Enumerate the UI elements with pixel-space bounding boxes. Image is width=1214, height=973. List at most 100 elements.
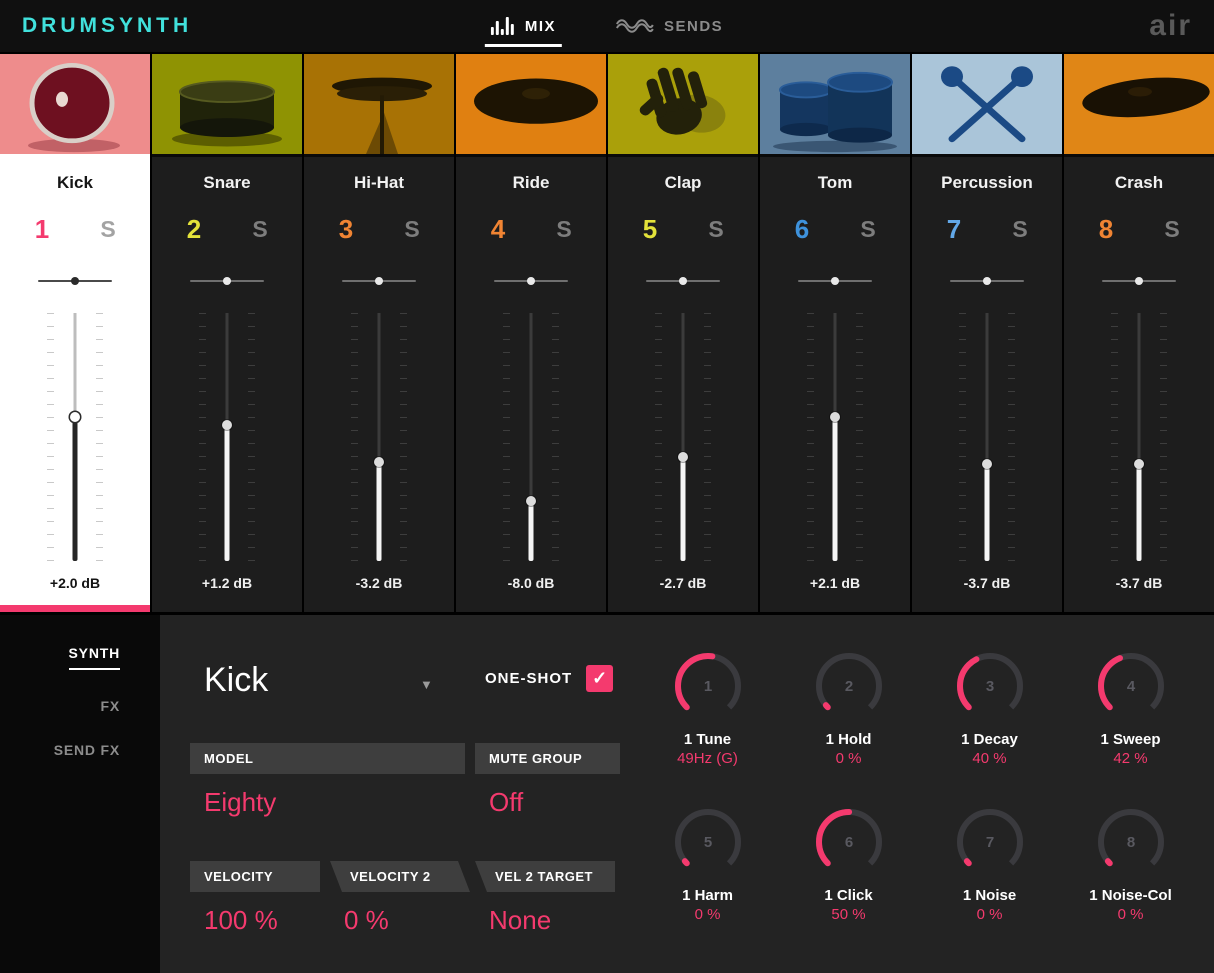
knob[interactable]: 7 1 Noise 0 % xyxy=(919,805,1060,923)
pan-slider[interactable] xyxy=(38,277,112,285)
fader-track-area[interactable] xyxy=(218,313,236,561)
chevron-down-icon[interactable]: ▼ xyxy=(420,677,433,692)
vel2-target-value[interactable]: None xyxy=(489,905,551,936)
volume-fader[interactable] xyxy=(807,313,863,561)
fader-handle[interactable] xyxy=(526,496,536,507)
fader-handle[interactable] xyxy=(678,451,688,462)
pan-handle[interactable] xyxy=(527,277,535,285)
pan-handle[interactable] xyxy=(983,277,991,285)
fader-track-area[interactable] xyxy=(1130,313,1148,561)
knob-dial[interactable]: 7 xyxy=(953,805,1027,879)
knob[interactable]: 8 1 Noise-Col 0 % xyxy=(1060,805,1201,923)
fader-handle[interactable] xyxy=(70,412,80,423)
fader-handle[interactable] xyxy=(222,419,232,430)
channel-thumbnail[interactable] xyxy=(1064,54,1214,157)
solo-button[interactable]: S xyxy=(240,216,280,243)
fader-handle[interactable] xyxy=(1134,459,1144,470)
channel-strip[interactable]: Hi-Hat 3 S -3.2 dB xyxy=(304,54,454,612)
fader-handle[interactable] xyxy=(830,412,840,423)
volume-fader[interactable] xyxy=(959,313,1015,561)
knob[interactable]: 2 1 Hold 0 % xyxy=(778,649,919,767)
volume-fader[interactable] xyxy=(655,313,711,561)
volume-fader[interactable] xyxy=(503,313,559,561)
fader-track-area[interactable] xyxy=(978,313,996,561)
solo-button[interactable]: S xyxy=(88,216,128,243)
pan-slider[interactable] xyxy=(950,277,1024,285)
channel-strip[interactable]: Crash 8 S -3.7 dB xyxy=(1064,54,1214,612)
fader-track-area[interactable] xyxy=(370,313,388,561)
knob-label: 1 Decay xyxy=(961,731,1018,748)
channel-strip[interactable]: Tom 6 S +2.1 dB xyxy=(760,54,910,612)
solo-button[interactable]: S xyxy=(1152,216,1192,243)
fader-track-area[interactable] xyxy=(674,313,692,561)
channel-number: 4 xyxy=(490,213,506,244)
solo-button[interactable]: S xyxy=(544,216,584,243)
pan-handle[interactable] xyxy=(71,277,79,285)
channel-thumbnail[interactable] xyxy=(760,54,910,157)
channel-strip[interactable]: Kick 1 S +2.0 dB xyxy=(0,54,150,612)
knob-dial[interactable]: 5 xyxy=(671,805,745,879)
channel-strip[interactable]: Clap 5 S -2.7 dB xyxy=(608,54,758,612)
sidebar-item-send-fx[interactable]: SEND FX xyxy=(54,742,120,758)
fader-track-area[interactable] xyxy=(66,313,84,561)
tab-mix[interactable]: MIX xyxy=(484,0,563,52)
fader-ticks-right xyxy=(1008,313,1015,561)
channel-name: Ride xyxy=(512,173,550,192)
volume-fader[interactable] xyxy=(47,313,103,561)
pan-slider[interactable] xyxy=(494,277,568,285)
channel-strip[interactable]: Ride 4 S -8.0 dB xyxy=(456,54,606,612)
knob-value: 50 % xyxy=(831,906,866,923)
tab-sends[interactable]: SENDS xyxy=(610,0,729,52)
mute-group-value[interactable]: Off xyxy=(489,787,523,818)
solo-button[interactable]: S xyxy=(696,216,736,243)
pan-slider[interactable] xyxy=(646,277,720,285)
instrument-title[interactable]: Kick xyxy=(204,661,268,700)
pan-slider[interactable] xyxy=(190,277,264,285)
volume-fader[interactable] xyxy=(1111,313,1167,561)
pan-handle[interactable] xyxy=(831,277,839,285)
volume-fader[interactable] xyxy=(351,313,407,561)
knob-dial[interactable]: 4 xyxy=(1094,649,1168,723)
velocity2-value[interactable]: 0 % xyxy=(344,905,389,936)
channel-thumbnail[interactable] xyxy=(456,54,606,157)
velocity-value[interactable]: 100 % xyxy=(204,905,278,936)
fader-handle[interactable] xyxy=(982,459,992,470)
pan-slider[interactable] xyxy=(1102,277,1176,285)
knob[interactable]: 3 1 Decay 40 % xyxy=(919,649,1060,767)
fader-db-value: -3.7 dB xyxy=(1115,575,1163,591)
pan-handle[interactable] xyxy=(1135,277,1143,285)
model-value[interactable]: Eighty xyxy=(204,787,276,818)
one-shot-checkbox[interactable]: ✓ xyxy=(586,665,614,692)
solo-button[interactable]: S xyxy=(1000,216,1040,243)
channel-name: Hi-Hat xyxy=(353,173,405,192)
pan-slider[interactable] xyxy=(798,277,872,285)
fader-handle[interactable] xyxy=(374,456,384,467)
channel-thumbnail[interactable] xyxy=(152,54,302,157)
channel-thumbnail[interactable] xyxy=(608,54,758,157)
knob-dial[interactable]: 3 xyxy=(953,649,1027,723)
knob[interactable]: 4 1 Sweep 42 % xyxy=(1060,649,1201,767)
solo-button[interactable]: S xyxy=(848,216,888,243)
channel-thumbnail[interactable] xyxy=(0,54,150,157)
knob[interactable]: 6 1 Click 50 % xyxy=(778,805,919,923)
knob[interactable]: 1 1 Tune 49Hz (G) xyxy=(637,649,778,767)
solo-button[interactable]: S xyxy=(392,216,432,243)
pan-slider[interactable] xyxy=(342,277,416,285)
fader-track-area[interactable] xyxy=(522,313,540,561)
channel-strip[interactable]: Percussion 7 S -3.7 dB xyxy=(912,54,1062,612)
knob-dial[interactable]: 1 xyxy=(671,649,745,723)
knob-dial[interactable]: 2 xyxy=(812,649,886,723)
knob-dial[interactable]: 6 xyxy=(812,805,886,879)
channel-thumbnail[interactable] xyxy=(912,54,1062,157)
channel-thumbnail[interactable] xyxy=(304,54,454,157)
pan-handle[interactable] xyxy=(679,277,687,285)
pan-handle[interactable] xyxy=(223,277,231,285)
fader-track-area[interactable] xyxy=(826,313,844,561)
volume-fader[interactable] xyxy=(199,313,255,561)
knob-dial[interactable]: 8 xyxy=(1094,805,1168,879)
knob[interactable]: 5 1 Harm 0 % xyxy=(637,805,778,923)
pan-handle[interactable] xyxy=(375,277,383,285)
sidebar-item-fx[interactable]: FX xyxy=(101,698,121,714)
channel-strip[interactable]: Snare 2 S +1.2 dB xyxy=(152,54,302,612)
sidebar-item-synth[interactable]: SYNTH xyxy=(68,645,120,670)
